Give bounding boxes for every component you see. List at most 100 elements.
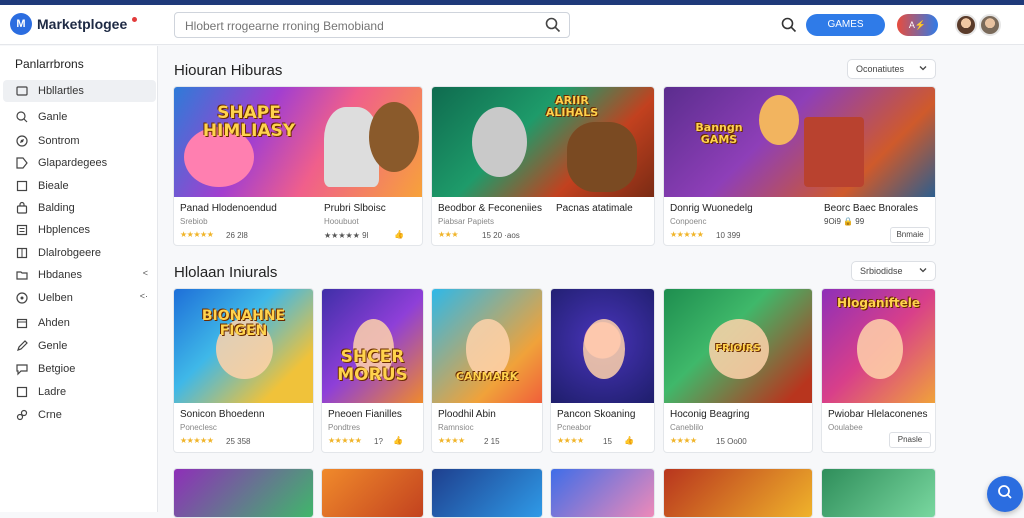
chat-icon: [15, 362, 29, 376]
get-button[interactable]: Bnmaie: [890, 227, 930, 243]
box-icon: [15, 316, 29, 330]
game-card[interactable]: Pancon Skoaning Pcneabor ★★★★ 15 👍: [550, 288, 655, 453]
game-thumbnail: FRIOIRS: [664, 289, 812, 403]
sidebar-item-10[interactable]: Ahden: [3, 312, 156, 334]
game-card[interactable]: FRIOIRS Hoconig Beagring Caneblilo ★★★★ 15…: [663, 288, 813, 453]
thumbnail-title: SHCER MORUS: [337, 347, 408, 385]
star-rating: ★★★★: [557, 436, 584, 445]
game-card[interactable]: [550, 468, 655, 518]
search-input[interactable]: [185, 17, 545, 34]
game-publisher-secondary: Hooubuot: [324, 217, 359, 226]
sidebar-item-0[interactable]: Hbllartles: [3, 80, 156, 102]
rating-count: 1?: [374, 437, 383, 446]
game-card[interactable]: [321, 468, 424, 518]
header-search-icon[interactable]: [781, 17, 797, 38]
rating-count: 10 399: [716, 231, 741, 240]
sidebar-item-2[interactable]: Sontrom: [3, 130, 156, 152]
rating-count: 15 Oo00: [716, 437, 747, 446]
search-icon[interactable]: [545, 17, 561, 38]
game-card[interactable]: ARIIR ALIHALS Beodbor & Feconeniies Pacn…: [431, 86, 655, 246]
logo[interactable]: M Marketplogee: [10, 13, 138, 35]
game-thumbnail: [322, 469, 423, 517]
game-card[interactable]: SHCER MORUS Pneoen Fianilles Pondtres ★★★…: [321, 288, 424, 453]
sidebar-item-6[interactable]: Hbplences: [3, 219, 156, 241]
game-title-secondary: Prubri Slboisc: [324, 203, 386, 214]
get-button[interactable]: Pnasle: [889, 432, 931, 448]
sidebar-item-label: Ganle: [38, 111, 68, 123]
chevron-down-icon: [918, 265, 928, 277]
star-rating: ★★★★★: [328, 436, 362, 445]
game-card[interactable]: BIONAHNE FIGEN Sonicon Bhoedenn Ponecles…: [173, 288, 314, 453]
character-art: [582, 319, 625, 379]
game-thumbnail: [822, 469, 935, 517]
avatar-secondary[interactable]: [979, 14, 1001, 36]
section-title-popular: Hlolaan Iniurals: [174, 264, 278, 281]
link-icon: [15, 408, 29, 422]
thumbs-up-icon[interactable]: 👍: [393, 436, 403, 445]
game-card[interactable]: Banngn GAMS Donrig Wuonedelg Beorc Baec …: [663, 86, 936, 246]
game-title: Hoconig Beagring: [670, 409, 750, 420]
sort-select-value: Oconatiutes: [856, 64, 905, 74]
game-card[interactable]: [431, 468, 543, 518]
square-icon: [15, 179, 29, 193]
game-card[interactable]: SHAPE HIMLIASY Panad Hlodenoendud Prubri…: [173, 86, 423, 246]
game-publisher: Pondtres: [328, 423, 361, 432]
sidebar-item-9[interactable]: Uelben <·: [3, 287, 156, 309]
sort-select-featured[interactable]: Oconatiutes: [847, 59, 936, 79]
star-rating: ★★★★★: [670, 230, 704, 239]
game-title: Donrig Wuonedelg: [670, 203, 753, 214]
sidebar-item-4[interactable]: Bieale: [3, 175, 156, 197]
pen-icon: [15, 339, 29, 353]
sidebar-item-label: Sontrom: [38, 135, 80, 147]
section-title-featured: Hiouran Hiburas: [174, 62, 283, 79]
sidebar-item-label: Bieale: [38, 180, 69, 192]
game-thumbnail: [551, 289, 654, 403]
search-bar[interactable]: [174, 12, 570, 38]
thumbs-up-icon[interactable]: 👍: [394, 230, 404, 239]
expand-arrow-icon[interactable]: <: [143, 268, 148, 278]
sidebar-item-5[interactable]: Balding: [3, 197, 156, 219]
rating-secondary: ★★★★★ 9l: [324, 231, 369, 240]
sidebar-item-label: Glapardegees: [38, 157, 108, 169]
game-thumbnail: BIONAHNE FIGEN: [174, 289, 313, 403]
game-card[interactable]: [821, 468, 936, 518]
grid-icon: [15, 246, 29, 260]
sidebar-item-14[interactable]: Crne: [3, 404, 156, 426]
expand-arrow-icon[interactable]: <·: [140, 291, 148, 301]
game-publisher: Srebiob: [180, 217, 208, 226]
chat-support-button[interactable]: [987, 476, 1023, 512]
game-card[interactable]: CANMARK Ploodhil Abin Ramnsioc ★★★★ 2 15: [431, 288, 543, 453]
thumbnail-title: FRIOIRS: [715, 343, 761, 354]
star-rating: ★★★★: [438, 436, 465, 445]
rating-count: 25 358: [226, 437, 251, 446]
game-thumbnail: [551, 469, 654, 517]
game-card[interactable]: [173, 468, 314, 518]
games-button[interactable]: GAMES: [806, 14, 885, 36]
sidebar-item-7[interactable]: Dlalrobgeere: [3, 242, 156, 264]
sidebar-item-11[interactable]: Genle: [3, 335, 156, 357]
thumbs-up-icon[interactable]: 👍: [624, 436, 634, 445]
star-rating: ★★★★★: [180, 436, 214, 445]
sidebar-item-3[interactable]: Glapardegees: [3, 152, 156, 174]
sidebar-item-1[interactable]: Ganle: [3, 106, 156, 128]
thumbnail-title: SHAPE HIMLIASY: [202, 103, 296, 141]
game-title: Pwiobar Hlelaconenes: [828, 409, 928, 420]
sidebar: Panlarrbrons Hbllartles Ganle Sontrom Glapa…: [0, 46, 158, 512]
sidebar-item-label: Uelben: [38, 292, 73, 304]
top-header: M Marketplogee GAMES A⚡: [0, 5, 1024, 45]
game-card[interactable]: Hloganiftele Pwiobar Hlelaconenes Ooulab…: [821, 288, 936, 453]
avatar[interactable]: [955, 14, 977, 36]
game-thumbnail: SHCER MORUS: [322, 289, 423, 403]
sidebar-item-label: Crne: [38, 409, 62, 421]
character-art: [856, 319, 903, 379]
sidebar-item-8[interactable]: Hbdanes <: [3, 264, 156, 286]
sidebar-item-12[interactable]: Betgioe: [3, 358, 156, 380]
sidebar-item-13[interactable]: Ladre: [3, 381, 156, 403]
rewards-button[interactable]: A⚡: [897, 14, 938, 36]
sort-select-popular[interactable]: Srbiodidse: [851, 261, 936, 281]
game-thumbnail: ARIIR ALIHALS: [432, 87, 654, 197]
notification-dot: [132, 16, 138, 22]
sort-select-value: Srbiodidse: [860, 266, 903, 276]
sidebar-item-label: Hbllartles: [38, 85, 84, 97]
game-card[interactable]: [663, 468, 813, 518]
